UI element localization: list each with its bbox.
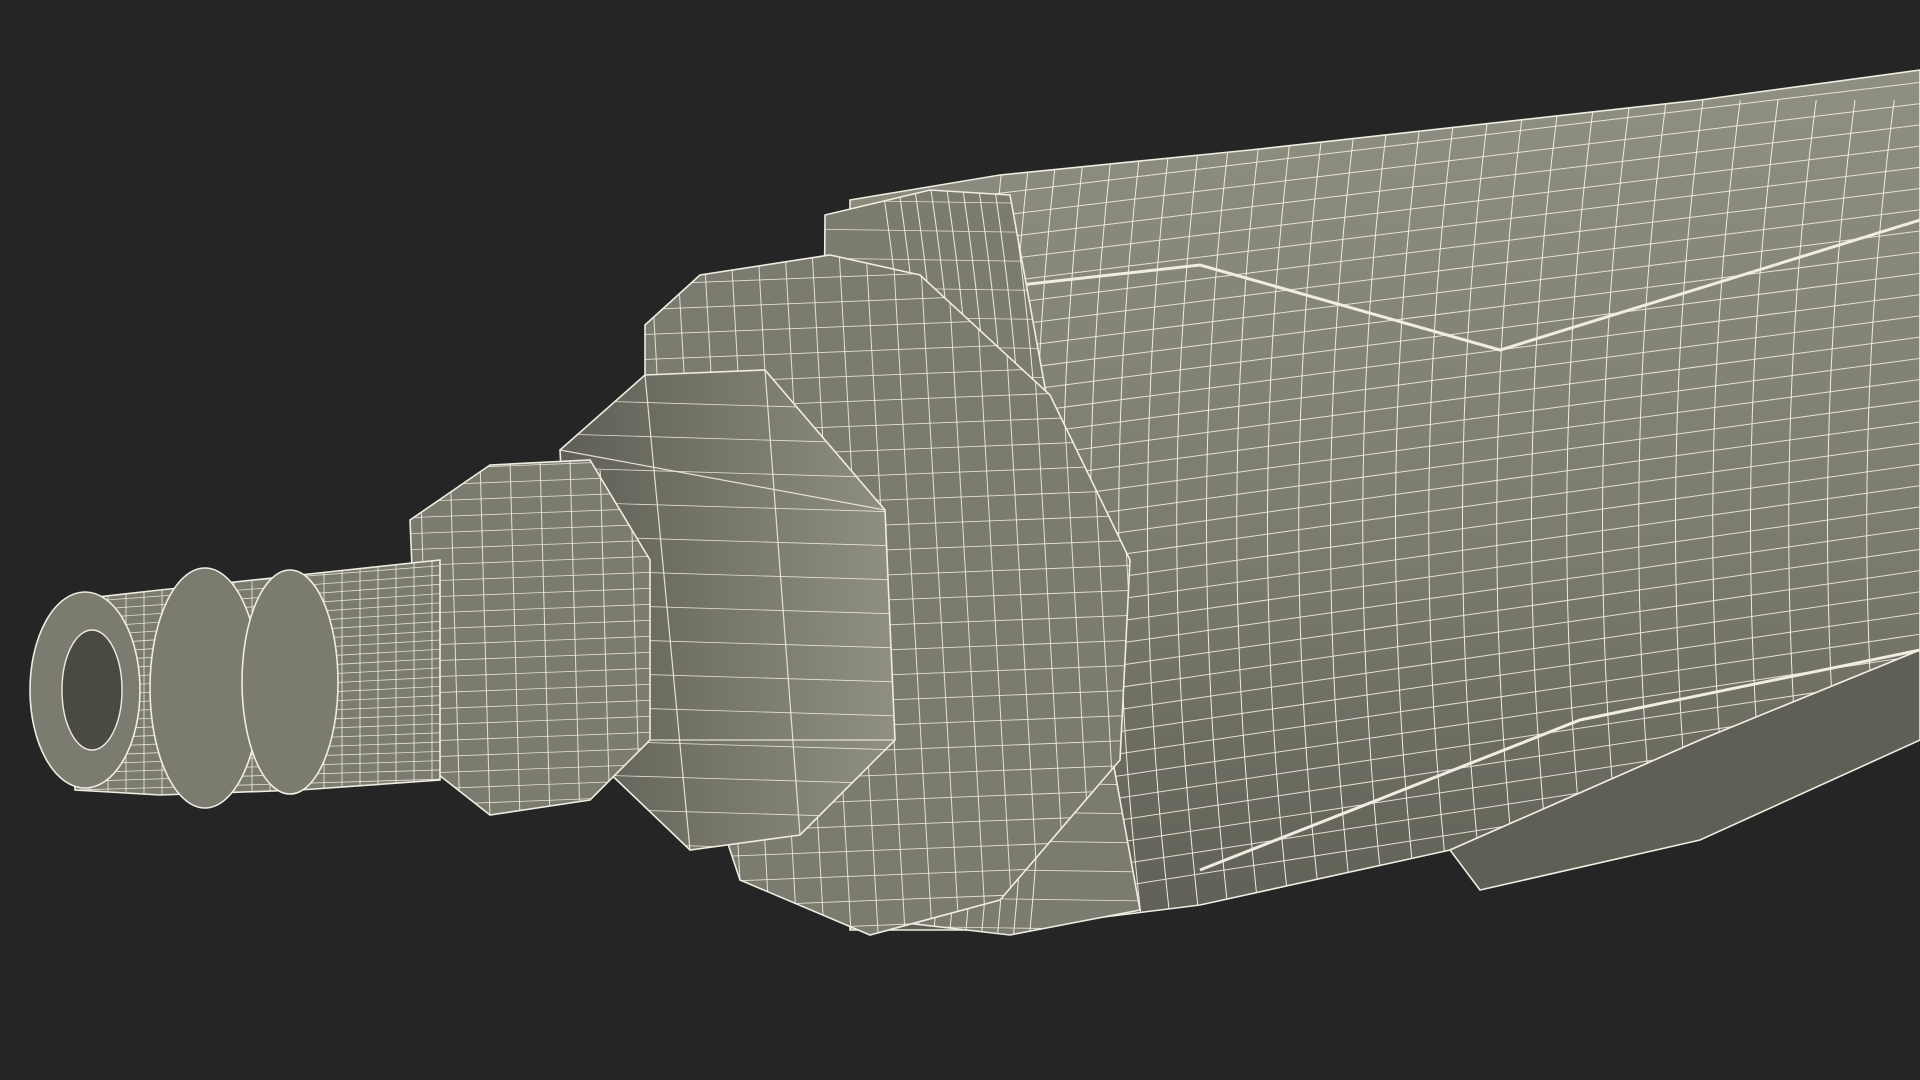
plug-bore bbox=[61, 629, 123, 751]
coupler-plug bbox=[29, 559, 441, 809]
wireframe-render bbox=[0, 0, 1920, 1080]
plug-flange-ring-inner bbox=[241, 569, 339, 795]
